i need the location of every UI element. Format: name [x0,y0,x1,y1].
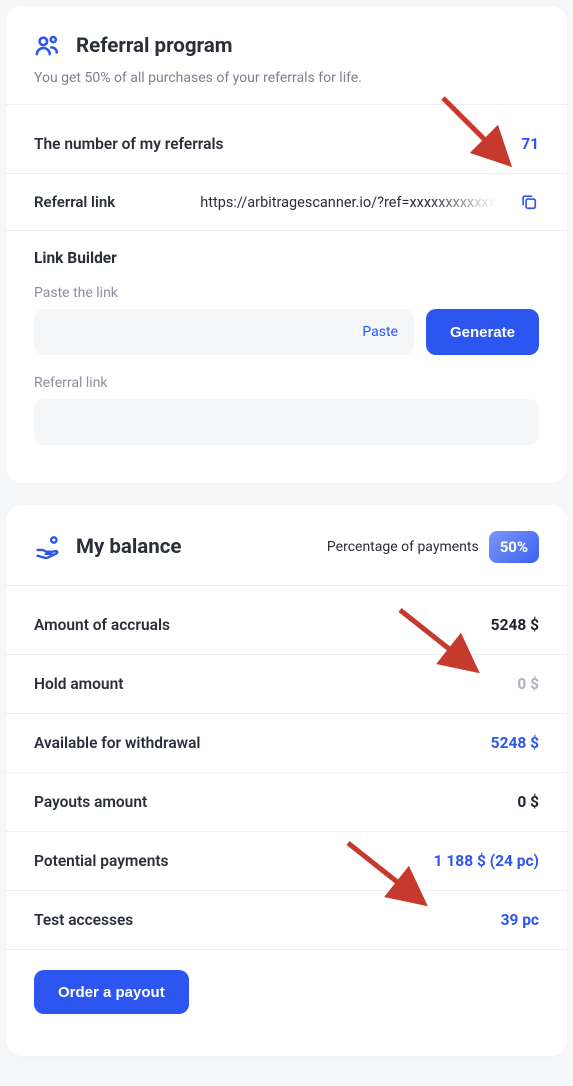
people-icon [34,32,62,60]
accruals-label: Amount of accruals [34,616,170,634]
balance-card: My balance Percentage of payments 50% Am… [6,505,567,1056]
potential-label: Potential payments [34,852,169,870]
referral-count-row: The number of my referrals 71 [6,105,567,174]
paste-input[interactable]: Paste [34,309,414,355]
balance-header: My balance Percentage of payments 50% [6,505,567,585]
paste-hint[interactable]: Paste [362,324,398,340]
hold-value: 0 $ [517,675,539,693]
balance-title: My balance [76,535,182,559]
generate-button[interactable]: Generate [426,309,539,355]
order-payout-button[interactable]: Order a payout [34,970,189,1014]
test-label: Test accesses [34,911,133,929]
referral-header: Referral program [6,6,567,70]
available-label: Available for withdrawal [34,734,200,752]
hand-coin-icon [34,533,62,561]
referral-link-value: https://arbitragescanner.io/?ref=xxxxxxx… [125,194,509,211]
link-builder: Link Builder Paste the link Paste Genera… [6,231,567,483]
referral-link-label: Referral link [34,193,115,211]
paste-label: Paste the link [34,285,539,301]
accruals-row: Amount of accruals 5248 $ [6,586,567,655]
output-field[interactable] [34,399,539,445]
test-value: 39 pc [501,911,539,929]
referral-link-row: Referral link https://arbitragescanner.i… [6,174,567,231]
potential-value: 1 188 $ (24 pc) [434,852,539,870]
test-row: Test accesses 39 pc [6,891,567,950]
available-value: 5248 $ [491,734,539,752]
payouts-row: Payouts amount 0 $ [6,773,567,832]
link-builder-title: Link Builder [34,249,539,267]
output-label: Referral link [34,375,539,391]
referral-title: Referral program [76,34,232,58]
potential-row: Potential payments 1 188 $ (24 pc) [6,832,567,891]
available-row: Available for withdrawal 5248 $ [6,714,567,773]
percentage-label: Percentage of payments [327,539,479,555]
hold-row: Hold amount 0 $ [6,655,567,714]
hold-label: Hold amount [34,675,123,693]
referral-card: Referral program You get 50% of all purc… [6,6,567,483]
payouts-value: 0 $ [517,793,539,811]
referral-count-label: The number of my referrals [34,135,223,153]
payouts-label: Payouts amount [34,793,147,811]
referral-subtitle: You get 50% of all purchases of your ref… [6,70,567,104]
percentage-wrap: Percentage of payments 50% [327,531,539,563]
accruals-value: 5248 $ [491,616,539,634]
percentage-badge: 50% [489,531,539,563]
referral-count-value: 71 [521,135,539,153]
copy-icon[interactable] [519,192,539,212]
